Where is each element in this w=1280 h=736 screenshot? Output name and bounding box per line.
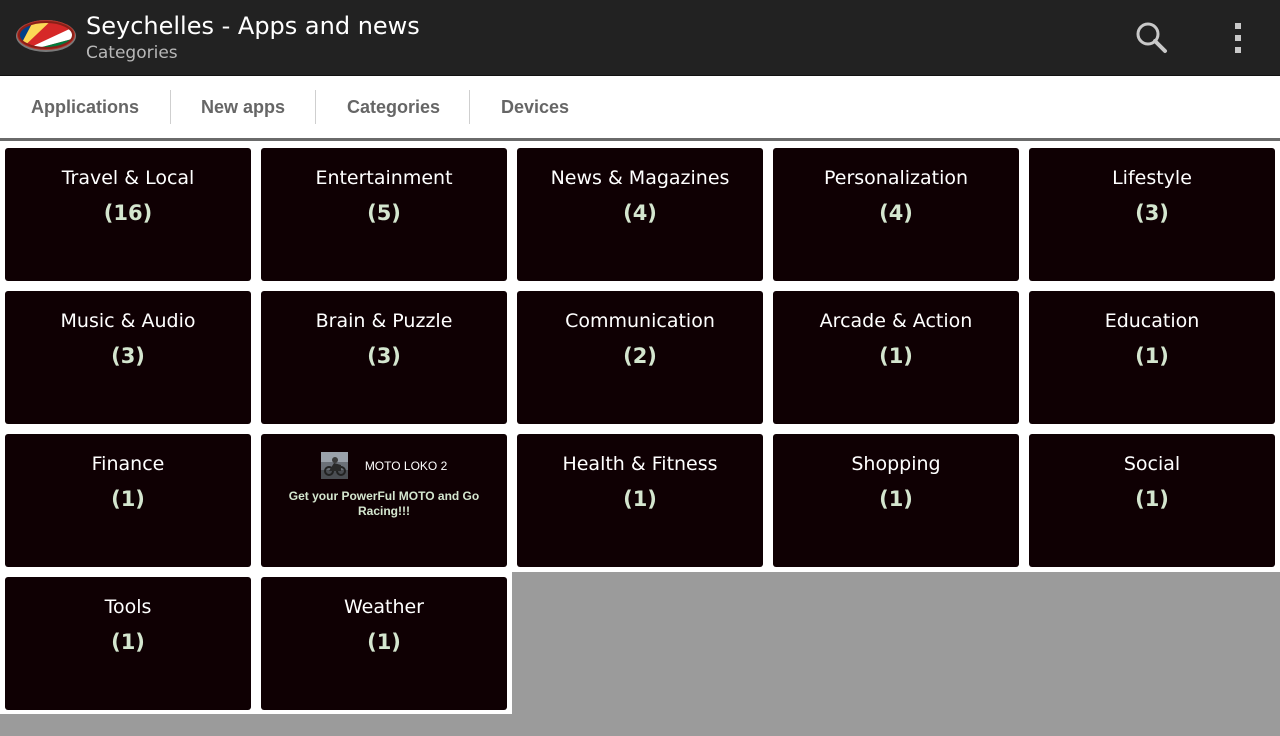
category-count: (1) (367, 630, 401, 654)
category-tile-brain-puzzle[interactable]: Brain & Puzzle (3) (261, 291, 507, 424)
category-name: Shopping (851, 453, 941, 475)
app-title: Seychelles - Apps and news (86, 12, 420, 40)
tab-new-apps[interactable]: New apps (201, 76, 285, 138)
search-icon[interactable] (1130, 18, 1174, 58)
category-name: Tools (104, 596, 152, 618)
category-tile-lifestyle[interactable]: Lifestyle (3) (1029, 148, 1275, 281)
action-bar: Seychelles - Apps and news Categories (0, 0, 1280, 76)
category-name: Finance (91, 453, 165, 475)
category-tile-health-fitness[interactable]: Health & Fitness (1) (517, 434, 763, 567)
category-name: Communication (565, 310, 715, 332)
motorcycle-thumbnail-icon (320, 452, 348, 479)
category-count: (4) (879, 201, 913, 225)
category-count: (16) (103, 201, 153, 225)
category-count: (2) (623, 344, 657, 368)
category-tile-arcade-action[interactable]: Arcade & Action (1) (773, 291, 1019, 424)
category-tile-education[interactable]: Education (1) (1029, 291, 1275, 424)
category-name: Arcade & Action (819, 310, 973, 332)
category-count: (1) (1135, 344, 1169, 368)
category-tile-personalization[interactable]: Personalization (4) (773, 148, 1019, 281)
category-tile-social[interactable]: Social (1) (1029, 434, 1275, 567)
tab-divider (469, 90, 470, 124)
category-name: Social (1123, 453, 1181, 475)
category-tile-finance[interactable]: Finance (1) (5, 434, 251, 567)
category-name: Education (1104, 310, 1200, 332)
category-count: (3) (367, 344, 401, 368)
screen-subtitle: Categories (86, 43, 178, 63)
overflow-menu-icon[interactable] (1222, 18, 1254, 58)
tab-devices[interactable]: Devices (501, 76, 569, 138)
category-count: (1) (623, 487, 657, 511)
tab-categories[interactable]: Categories (347, 76, 440, 138)
category-tile-entertainment[interactable]: Entertainment (5) (261, 148, 507, 281)
category-name: Lifestyle (1112, 167, 1192, 189)
ad-description: Get your PowerFul MOTO and Go Racing!!! (288, 489, 480, 518)
ad-title: MOTO LOKO 2 (364, 458, 448, 473)
category-count: (3) (111, 344, 145, 368)
tab-applications[interactable]: Applications (31, 76, 139, 138)
category-tile-tools[interactable]: Tools (1) (5, 577, 251, 710)
category-count: (1) (111, 487, 145, 511)
category-count: (1) (1135, 487, 1169, 511)
category-name: Music & Audio (60, 310, 196, 332)
tab-divider (170, 90, 171, 124)
category-tile-news-magazines[interactable]: News & Magazines (4) (517, 148, 763, 281)
category-count: (1) (879, 487, 913, 511)
category-count: (1) (879, 344, 913, 368)
category-name: Travel & Local (61, 167, 195, 189)
seychelles-flag-logo-icon[interactable] (16, 16, 76, 54)
category-count: (3) (1135, 201, 1169, 225)
category-count: (1) (111, 630, 145, 654)
tab-bar: Applications New apps Categories Devices (0, 76, 1280, 141)
category-tile-weather[interactable]: Weather (1) (261, 577, 507, 710)
category-tile-travel-local[interactable]: Travel & Local (16) (5, 148, 251, 281)
category-count: (4) (623, 201, 657, 225)
category-count: (5) (367, 201, 401, 225)
category-name: Entertainment (315, 167, 453, 189)
category-tile-communication[interactable]: Communication (2) (517, 291, 763, 424)
category-name: Brain & Puzzle (315, 310, 453, 332)
ad-header: MOTO LOKO 2 (261, 452, 507, 479)
category-name: Weather (344, 596, 424, 618)
tab-divider (315, 90, 316, 124)
category-name: Personalization (823, 167, 969, 189)
category-tile-shopping[interactable]: Shopping (1) (773, 434, 1019, 567)
category-tile-music-audio[interactable]: Music & Audio (3) (5, 291, 251, 424)
category-name: News & Magazines (550, 167, 730, 189)
ad-tile[interactable]: MOTO LOKO 2 Get your PowerFul MOTO and G… (261, 434, 507, 567)
category-name: Health & Fitness (562, 453, 718, 475)
